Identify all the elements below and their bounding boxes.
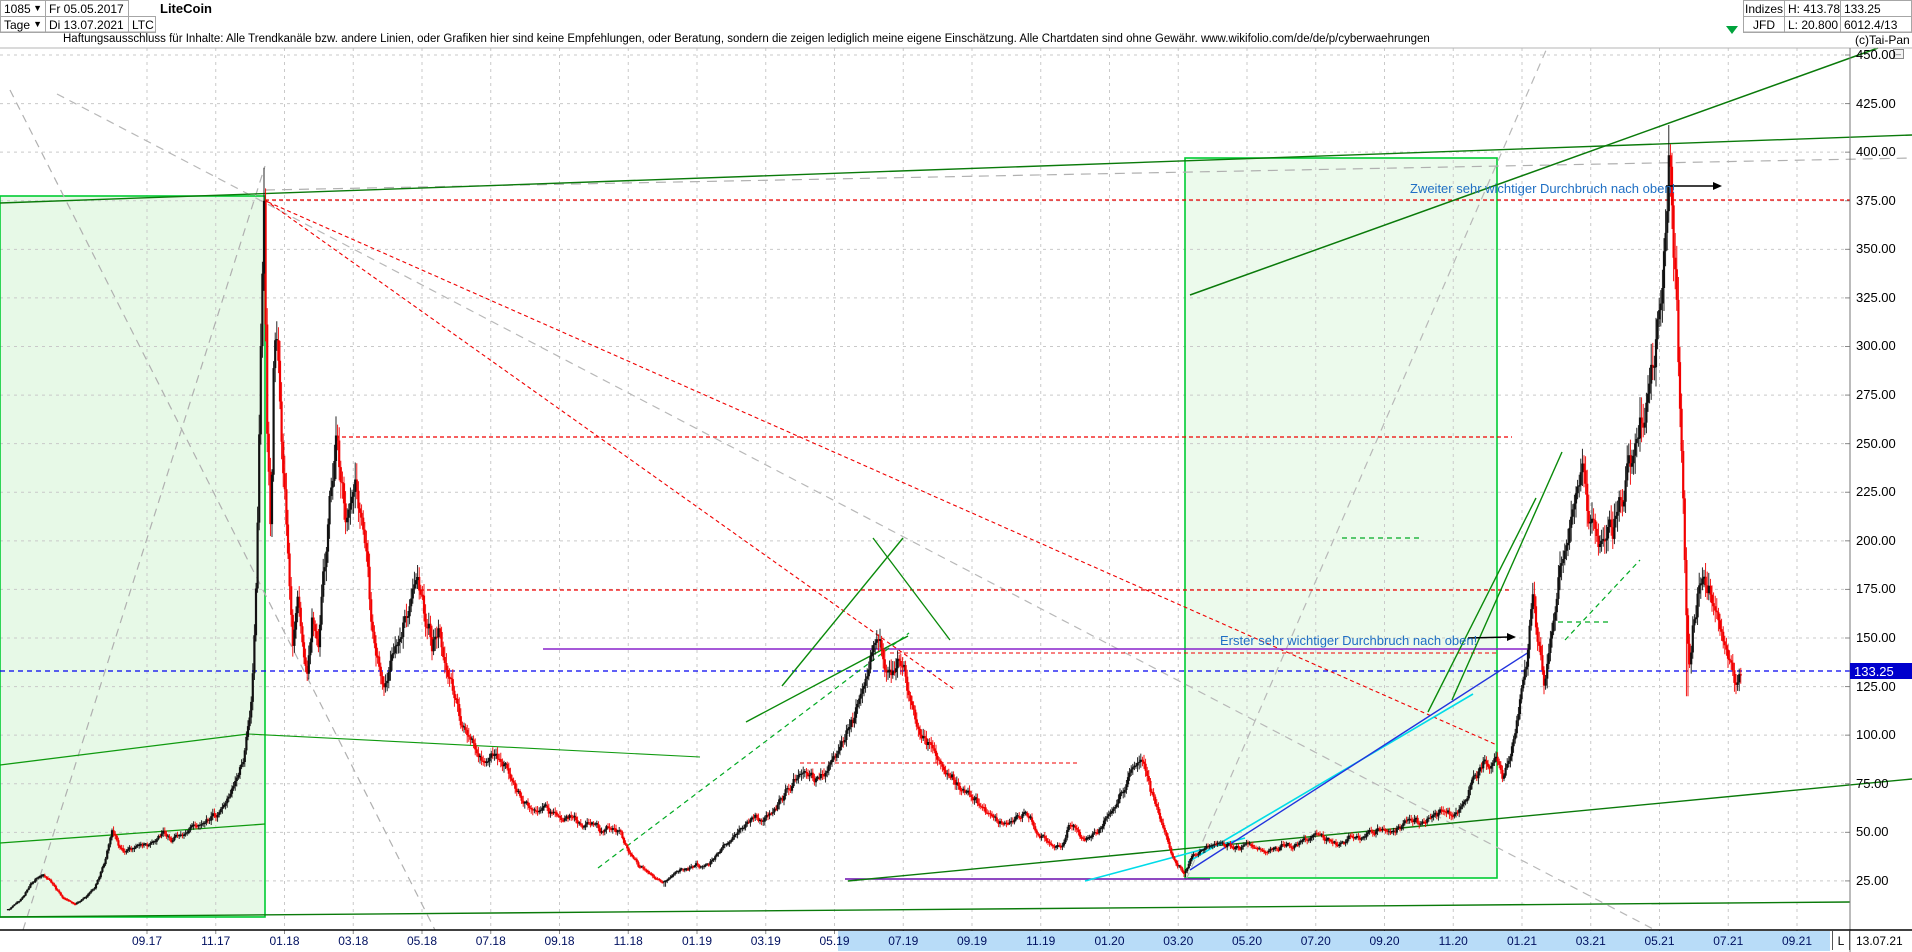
date-tick-label: 03.18 <box>338 934 368 948</box>
price-tick-label: 125.00 <box>1856 679 1896 694</box>
last-date-label: 13.07.21 <box>1856 934 1903 948</box>
date-tick-label: 01.21 <box>1507 934 1537 948</box>
price-tick-label: 375.00 <box>1856 193 1896 208</box>
price-tick-label: 200.00 <box>1856 533 1896 548</box>
date-tick-label: 07.19 <box>888 934 918 948</box>
date-tick-label: 05.20 <box>1232 934 1262 948</box>
date-tick-label: 07.20 <box>1301 934 1331 948</box>
price-tick-label: 325.00 <box>1856 290 1896 305</box>
date-tick-label: 01.18 <box>269 934 299 948</box>
price-tick-label: 100.00 <box>1856 727 1896 742</box>
date-tick-label: 03.20 <box>1163 934 1193 948</box>
price-tick-label: 75.00 <box>1856 776 1889 791</box>
date-tick-label: 09.20 <box>1369 934 1399 948</box>
tai-pan-chart-window: 1085 ▼ Fr 05.05.2017 Tage ▼ Di 13.07.202… <box>0 0 1912 952</box>
date-tick-label: 11.20 <box>1439 934 1468 948</box>
price-tick-label: 400.00 <box>1856 144 1896 159</box>
date-tick-label: 11.18 <box>614 934 643 948</box>
price-tick-label: 50.00 <box>1856 824 1889 839</box>
date-tick-label: 11.19 <box>1026 934 1055 948</box>
current-price-text: 133.25 <box>1854 664 1894 679</box>
price-tick-label: 225.00 <box>1856 484 1896 499</box>
date-tick-label: 07.18 <box>476 934 506 948</box>
price-tick-label: 425.00 <box>1856 96 1896 111</box>
candlestick-chart-canvas[interactable] <box>0 0 1912 952</box>
date-tick-label: 01.19 <box>682 934 712 948</box>
price-tick-label: 250.00 <box>1856 436 1896 451</box>
annotation-second-breakout: Zweiter sehr wichtiger Durchbruch nach o… <box>1410 181 1675 196</box>
price-tick-label: 300.00 <box>1856 338 1896 353</box>
date-tick-label: 07.21 <box>1713 934 1743 948</box>
current-price-flag: 133.25 <box>1850 663 1912 679</box>
date-tick-label: 11.17 <box>201 934 230 948</box>
date-tick-label: 09.19 <box>957 934 987 948</box>
price-tick-label: 150.00 <box>1856 630 1896 645</box>
date-tick-label: 05.18 <box>407 934 437 948</box>
date-tick-label: 03.19 <box>751 934 781 948</box>
date-tick-label: 05.21 <box>1644 934 1674 948</box>
date-tick-label: 09.17 <box>132 934 162 948</box>
date-tick-label: 09.18 <box>544 934 574 948</box>
price-tick-label: 350.00 <box>1856 241 1896 256</box>
date-tick-label: 05.19 <box>819 934 849 948</box>
date-tick-label: 01.20 <box>1094 934 1124 948</box>
price-tick-label: 175.00 <box>1856 581 1896 596</box>
price-tick-label: 450.00 <box>1856 47 1896 62</box>
price-tick-label: 275.00 <box>1856 387 1896 402</box>
last-marker-box: L <box>1832 931 1850 950</box>
date-tick-label: 09.21 <box>1782 934 1812 948</box>
price-tick-label: 25.00 <box>1856 873 1889 888</box>
date-tick-label: 03.21 <box>1576 934 1606 948</box>
annotation-first-breakout: Erster sehr wichtiger Durchbruch nach ob… <box>1220 633 1477 648</box>
